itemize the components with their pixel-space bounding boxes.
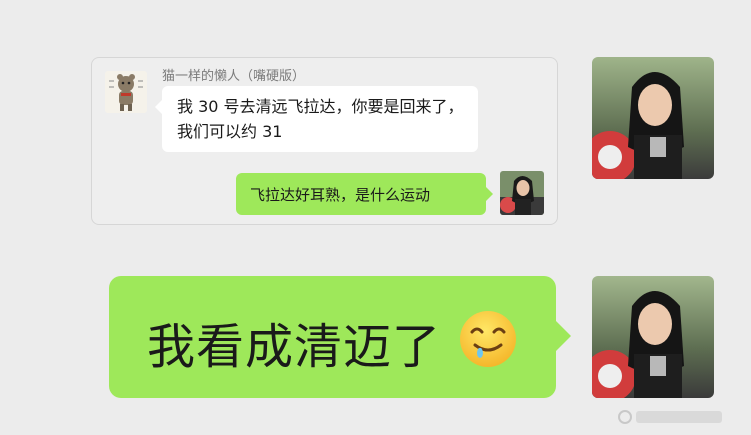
- self-avatar[interactable]: [592, 57, 714, 179]
- outgoing-message-text: 飞拉达好耳熟，是什么运动: [250, 186, 431, 204]
- user-photo-icon: [592, 276, 714, 398]
- user-photo-icon: [592, 57, 714, 179]
- incoming-message-text: 我 30 号去清远飞拉达，你要是回来了，我们可以约 31: [177, 97, 464, 141]
- outgoing-message-bubble[interactable]: 飞拉达好耳熟，是什么运动: [236, 173, 493, 215]
- drooling-face-emoji-icon: [458, 309, 518, 369]
- sender-name: 猫一样的懒人（嘴硬版）: [162, 69, 306, 84]
- self-avatar[interactable]: [592, 276, 714, 398]
- main-message-bubble[interactable]: 我看成清迈了: [109, 276, 571, 398]
- watermark: [618, 408, 736, 426]
- main-message-text: 我看成清迈了: [147, 319, 442, 375]
- watermark-text-bar: [636, 411, 722, 423]
- incoming-message-bubble[interactable]: 我 30 号去清远飞拉达，你要是回来了，我们可以约 31: [155, 86, 478, 152]
- cat-cartoon-icon: [105, 71, 147, 113]
- user-photo-icon: [500, 171, 544, 215]
- watermark-logo-icon: [618, 410, 632, 424]
- quoted-chat-card[interactable]: 猫一样的懒人（嘴硬版） 我 30 号去清远飞拉达，你要是回来了，我们可以约 31…: [91, 57, 558, 225]
- sender-avatar[interactable]: [105, 71, 147, 113]
- self-avatar-small[interactable]: [500, 171, 544, 215]
